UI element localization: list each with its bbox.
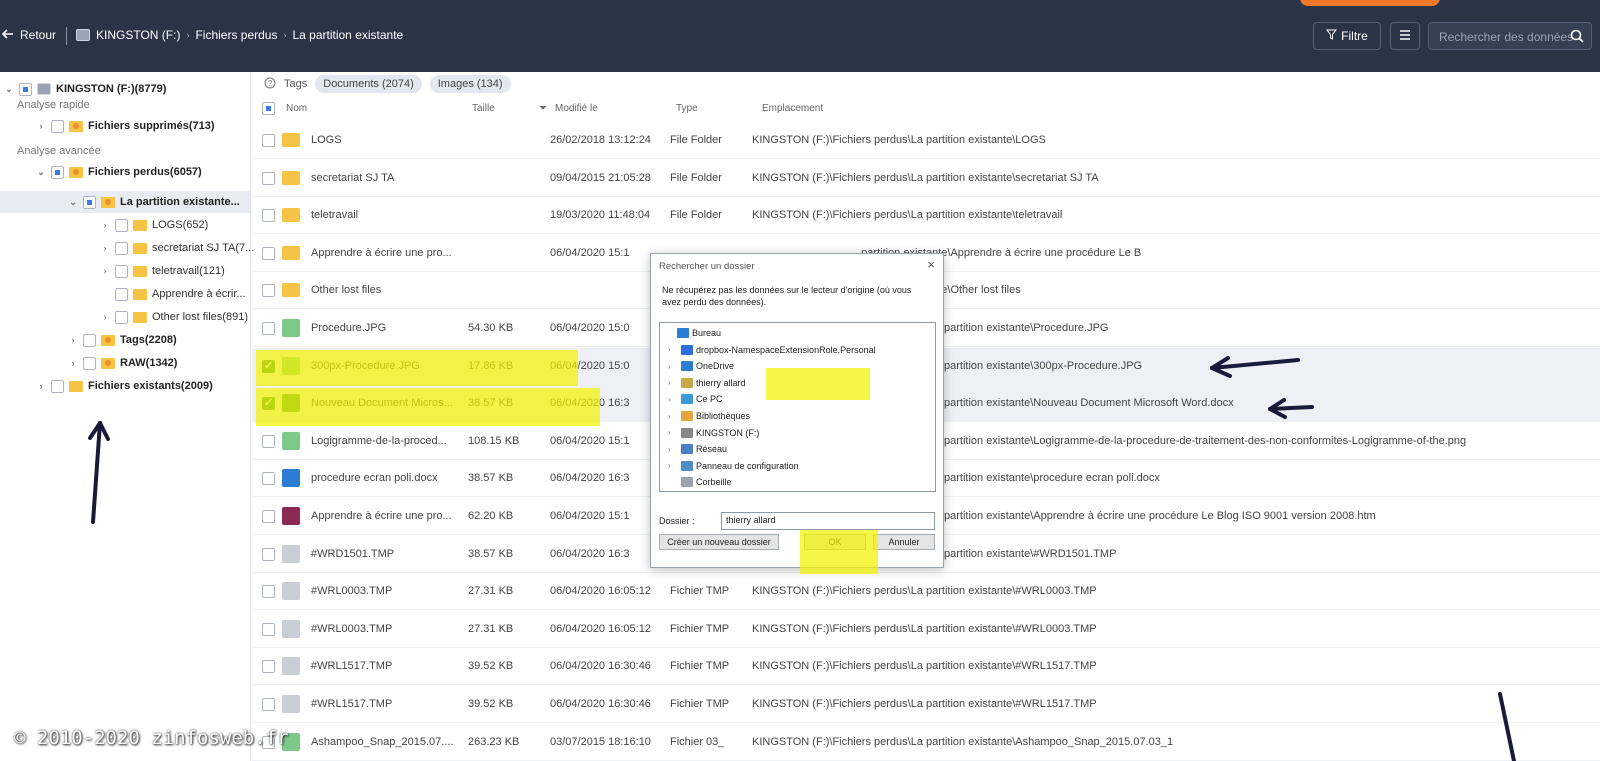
watermark: © 2010-2020 zinfosweb.fr xyxy=(14,727,289,749)
arrow-annotation xyxy=(91,421,102,524)
annotation-arrows xyxy=(88,356,1516,761)
arrow-annotation xyxy=(1498,692,1516,761)
